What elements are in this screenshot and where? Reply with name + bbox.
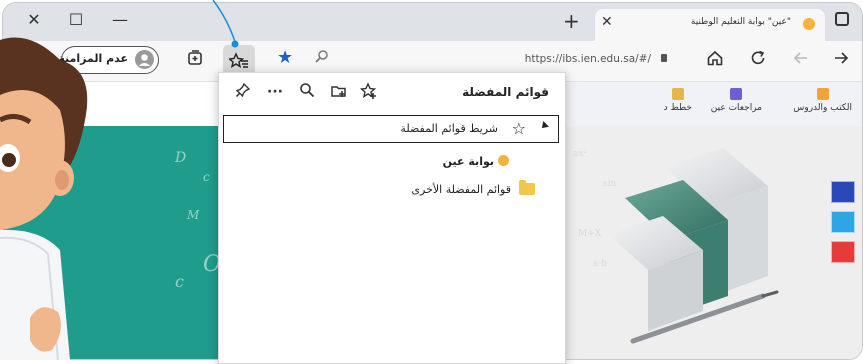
reviews-icon (730, 88, 743, 100)
tab-title: "عين" بوابة التعليم الوطنية (690, 17, 791, 27)
favorites-bar-label: شريط قوائم المفضلة (400, 122, 498, 135)
nav-label: مراجعات عين (710, 103, 762, 113)
nav-label: الكتب والدروس (793, 103, 852, 113)
folder-icon (519, 180, 535, 195)
favorites-panel-header: قوائم المفضلة ··· (219, 73, 565, 111)
add-favorite-icon[interactable] (359, 82, 379, 102)
other-favorites-folder[interactable]: قوائم المفضلة الأخرى (411, 180, 535, 196)
plans-icon (671, 88, 684, 100)
refresh-icon[interactable] (746, 49, 770, 73)
hero-illustration: ax² sin M+X a·b (563, 126, 862, 359)
site-favicon-icon (498, 155, 509, 166)
site-navigation: الكتب والدروس مراجعات عين خطط د (563, 82, 862, 127)
search-icon[interactable] (297, 82, 317, 102)
tab-close-icon[interactable]: ✕ (601, 14, 613, 30)
cartoon-boy-illustration (0, 37, 88, 360)
browser-tab[interactable]: ✕ "عين" بوابة التعليم الوطنية (595, 9, 825, 41)
nav-books-lessons[interactable]: الكتب والدروس (793, 88, 852, 113)
side-button-red[interactable] (831, 241, 855, 263)
books-illustration: ax² sin M+X a·b (573, 148, 779, 344)
tab-actions-icon[interactable] (835, 12, 849, 26)
pin-icon[interactable] (233, 82, 253, 102)
new-tab-button[interactable]: + (563, 9, 580, 33)
home-icon[interactable] (703, 49, 727, 73)
site-favicon-icon (803, 18, 815, 30)
svg-text:ax²: ax² (573, 149, 587, 159)
side-button-blue[interactable] (831, 181, 855, 203)
url-text: https://ibs.ien.edu.sa/#/ (524, 53, 651, 65)
favorite-item-label: بوابة عين (442, 155, 494, 168)
lock-icon[interactable] (661, 54, 667, 62)
chevron-down-icon[interactable] (539, 121, 549, 131)
favorites-bar-star-icon: ☆ (511, 119, 526, 138)
books-icon (816, 88, 829, 100)
svg-text:a·b: a·b (593, 259, 607, 269)
add-favorite-icon[interactable]: ★ (277, 47, 293, 68)
forward-icon[interactable] (789, 49, 813, 73)
nav-plans[interactable]: خطط د (664, 88, 692, 113)
more-icon[interactable]: ··· (265, 82, 285, 102)
address-bar[interactable]: ★ https://ibs.ien.edu.sa/#/ (271, 45, 691, 75)
folder-label: قوائم المفضلة الأخرى (411, 183, 511, 196)
nav-label: خطط د (663, 103, 692, 113)
favorites-panel-title: قوائم المفضلة (462, 85, 549, 99)
side-button-light-blue[interactable] (831, 211, 855, 233)
favorites-panel: قوائم المفضلة ··· شريط قوائم المفضلة ☆ ب… (218, 72, 566, 364)
svg-text:M+X: M+X (578, 229, 602, 239)
svg-text:sin: sin (603, 179, 616, 189)
nav-ain-reviews[interactable]: مراجعات عين (711, 88, 762, 113)
favorite-item-ain-portal[interactable]: بوابة عين (443, 155, 509, 168)
zoom-icon[interactable] (315, 49, 329, 67)
favorites-bar-row[interactable]: شريط قوائم المفضلة ☆ (223, 115, 559, 143)
add-folder-icon[interactable] (329, 82, 349, 102)
back-icon[interactable] (829, 49, 853, 73)
